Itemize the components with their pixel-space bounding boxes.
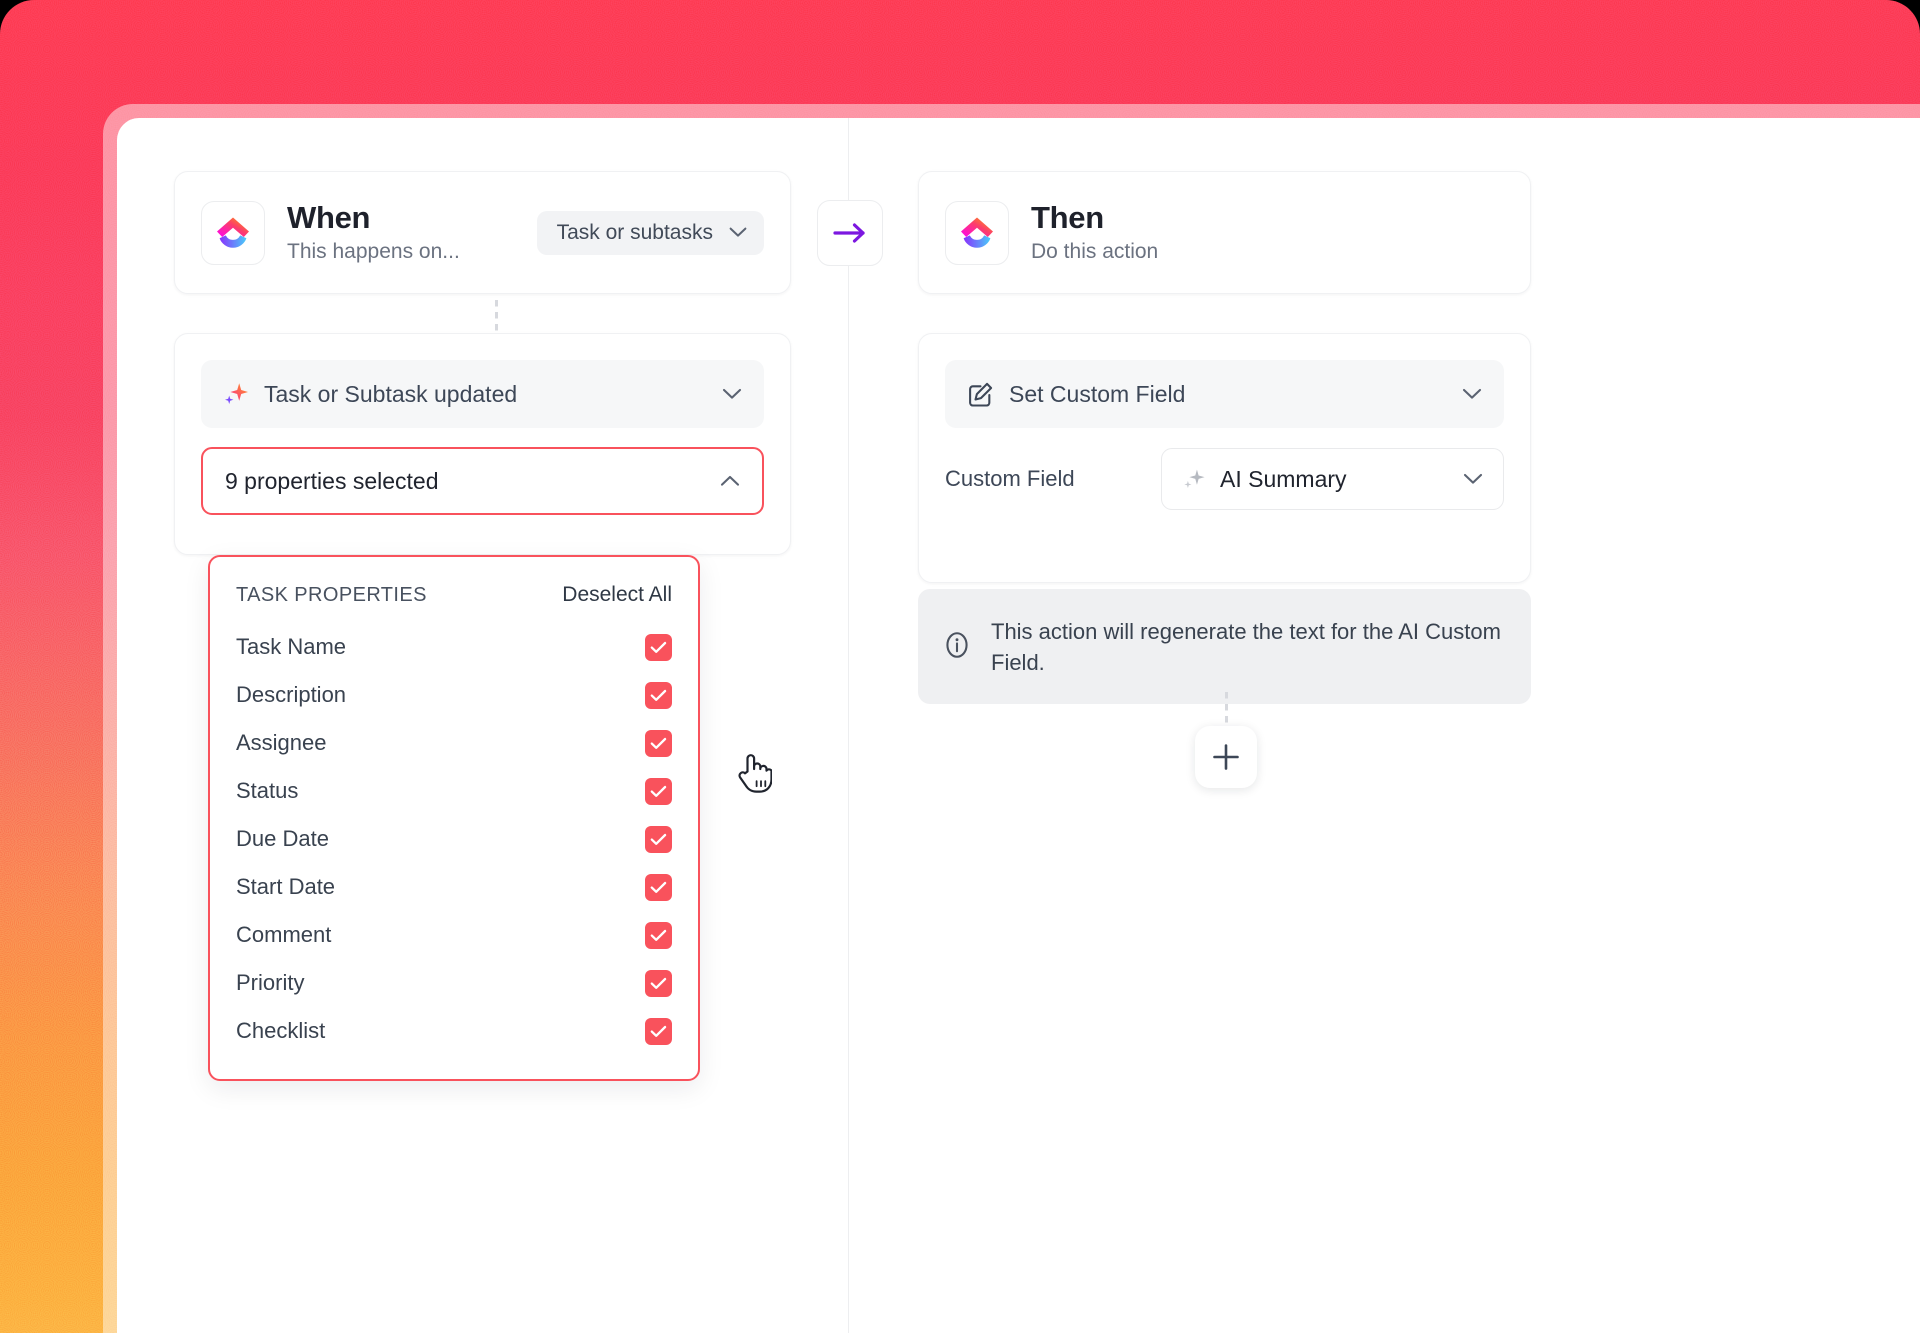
- chevron-down-icon: [1463, 473, 1483, 484]
- property-label: Priority: [236, 970, 305, 995]
- mouse-cursor-pointer-icon: [738, 754, 772, 793]
- property-checkbox[interactable]: [645, 729, 672, 757]
- dropdown-title: TASK PROPERTIES: [236, 583, 427, 606]
- add-step-button[interactable]: [1195, 726, 1257, 788]
- task-properties-list: Task Name Description Assignee Status Due Da…: [236, 623, 672, 1055]
- action-config-card: Set Custom Field Custom Field AI Summary: [918, 333, 1531, 583]
- check-icon: [650, 833, 667, 845]
- check-icon: [650, 785, 667, 797]
- when-dotted-connector: [495, 300, 498, 336]
- property-row[interactable]: Assignee: [236, 719, 672, 767]
- automation-builder-surface: When This happens on... Task or subtasks: [117, 118, 1920, 1333]
- connector-arrow-badge: [817, 200, 883, 266]
- when-subtitle: This happens on...: [287, 240, 460, 264]
- property-checkbox[interactable]: [645, 777, 672, 805]
- check-icon: [650, 689, 667, 701]
- check-icon: [650, 737, 667, 749]
- trigger-scope-select[interactable]: Task or subtasks: [536, 210, 764, 255]
- check-icon: [650, 1025, 667, 1037]
- chevron-down-icon: [1462, 388, 1482, 399]
- arrow-right-icon: [833, 223, 865, 243]
- action-info-notice: This action will regenerate the text for…: [918, 589, 1531, 705]
- then-header-text: Then Do this action: [1031, 199, 1159, 265]
- custom-field-label: Custom Field: [945, 466, 1075, 491]
- dropdown-header: TASK PROPERTIES Deselect All: [236, 583, 672, 607]
- action-type-label: Set Custom Field: [1009, 380, 1186, 407]
- action-info-text: This action will regenerate the text for…: [991, 619, 1501, 676]
- property-row[interactable]: Checklist: [236, 1007, 672, 1055]
- chevron-up-icon: [720, 475, 740, 486]
- check-icon: [650, 929, 667, 941]
- deselect-all-button[interactable]: Deselect All: [562, 583, 672, 607]
- then-subtitle: Do this action: [1031, 240, 1159, 264]
- when-header-card: When This happens on... Task or subtasks: [174, 171, 791, 294]
- plus-icon: [1213, 744, 1239, 770]
- property-checkbox[interactable]: [645, 681, 672, 709]
- property-label: Task Name: [236, 634, 347, 659]
- property-label: Status: [236, 778, 299, 803]
- info-circle-icon: [946, 632, 968, 658]
- property-checkbox[interactable]: [645, 873, 672, 901]
- panel-divider: [848, 118, 849, 1333]
- property-checkbox[interactable]: [645, 633, 672, 661]
- then-title: Then: [1031, 199, 1104, 235]
- property-label: Comment: [236, 922, 332, 947]
- custom-field-value: AI Summary: [1220, 465, 1347, 492]
- app-window-frame: When This happens on... Task or subtasks: [103, 104, 1920, 1333]
- trigger-scope-value: Task or subtasks: [556, 220, 713, 244]
- property-row[interactable]: Start Date: [236, 863, 672, 911]
- property-row[interactable]: Priority: [236, 959, 672, 1007]
- then-dotted-connector: [1225, 692, 1228, 726]
- property-label: Assignee: [236, 730, 327, 755]
- trigger-event-select[interactable]: Task or Subtask updated: [201, 360, 764, 428]
- then-header-card: Then Do this action: [918, 171, 1531, 294]
- property-checkbox[interactable]: [645, 825, 672, 853]
- chevron-down-icon: [722, 388, 742, 399]
- property-row[interactable]: Task Name: [236, 623, 672, 671]
- clickup-logo-icon: [945, 200, 1009, 265]
- property-label: Start Date: [236, 874, 336, 899]
- property-row[interactable]: Description: [236, 671, 672, 719]
- property-label: Checklist: [236, 1018, 326, 1043]
- property-label: Due Date: [236, 826, 329, 851]
- property-row[interactable]: Due Date: [236, 815, 672, 863]
- property-row[interactable]: Comment: [236, 911, 672, 959]
- task-properties-dropdown: TASK PROPERTIES Deselect All Task Name De…: [208, 555, 700, 1081]
- clickup-logo-icon: [201, 200, 265, 265]
- properties-select[interactable]: 9 properties selected: [201, 447, 764, 515]
- trigger-event-label: Task or Subtask updated: [264, 380, 518, 407]
- ai-sparkle-icon: [225, 383, 248, 404]
- property-checkbox[interactable]: [645, 921, 672, 949]
- check-icon: [650, 977, 667, 989]
- edit-square-icon: [969, 382, 993, 407]
- property-checkbox[interactable]: [645, 969, 672, 997]
- ai-sparkle-icon: [1184, 469, 1205, 489]
- custom-field-row: Custom Field AI Summary: [945, 448, 1504, 510]
- when-header-text: When This happens on...: [287, 199, 460, 265]
- custom-field-select[interactable]: AI Summary: [1161, 448, 1504, 510]
- properties-select-value: 9 properties selected: [225, 467, 439, 494]
- property-row[interactable]: Status: [236, 767, 672, 815]
- property-checkbox[interactable]: [645, 1017, 672, 1045]
- property-label: Description: [236, 682, 347, 707]
- screenshot-root: When This happens on... Task or subtasks: [0, 0, 1920, 1333]
- trigger-config-card: Task or Subtask updated 9 properties sel…: [174, 333, 791, 555]
- when-title: When: [287, 199, 371, 235]
- check-icon: [650, 881, 667, 893]
- action-type-select[interactable]: Set Custom Field: [945, 360, 1504, 428]
- chevron-down-icon: [729, 227, 747, 237]
- check-icon: [650, 641, 667, 653]
